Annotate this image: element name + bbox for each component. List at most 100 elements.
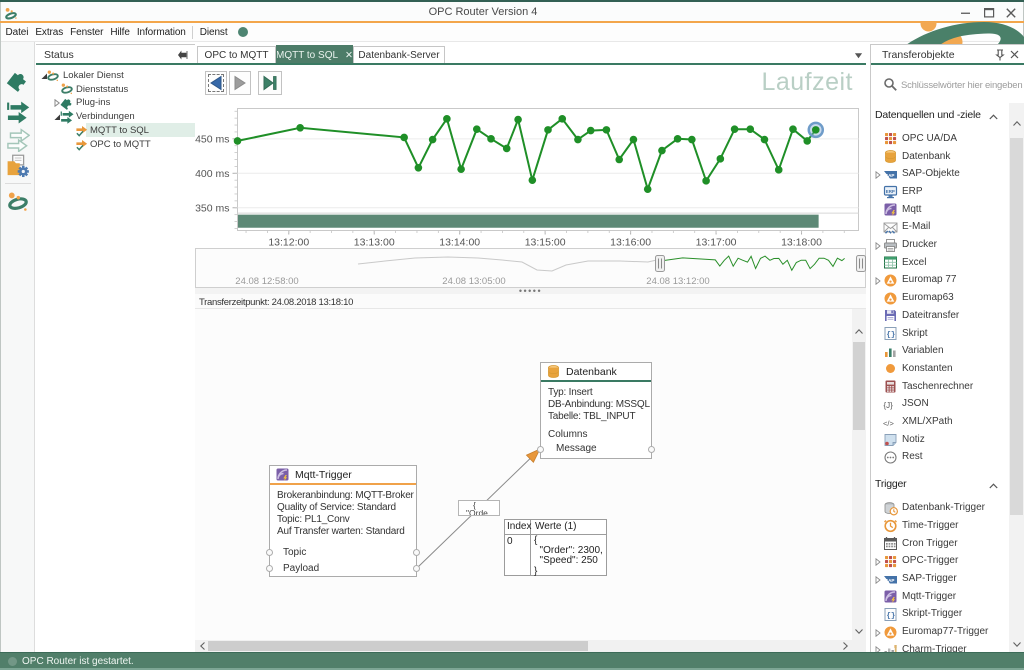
tab-label: Datenbank-Server xyxy=(358,50,439,61)
transfer-object-taschenrechner[interactable]: Taschenrechner xyxy=(871,378,1009,396)
transfer-object-json[interactable]: {J}JSON xyxy=(871,396,1009,414)
section-header-datenquellen[interactable]: Datenquellen und -ziele xyxy=(875,109,981,126)
transfer-object-skript[interactable]: {}Skript xyxy=(871,325,1009,343)
tab-opc-to-mqtt[interactable]: OPC to MQTT xyxy=(197,46,276,64)
input-port-message[interactable] xyxy=(537,446,544,453)
collapse-chevron-icon[interactable] xyxy=(989,114,998,120)
tree-item-plug-ins[interactable]: Plug-ins xyxy=(36,96,195,110)
close-button[interactable] xyxy=(1001,4,1021,22)
transfer-object-mqtt-trigger[interactable]: Mqtt-Trigger xyxy=(871,588,1009,606)
expander-collapsed-icon[interactable] xyxy=(875,171,881,179)
input-port[interactable] xyxy=(266,549,273,556)
minimize-button[interactable] xyxy=(956,4,976,22)
tree-item-dienststatus[interactable]: Dienststatus xyxy=(36,82,195,96)
expander-collapsed-icon[interactable] xyxy=(875,277,881,285)
output-port-topic[interactable] xyxy=(413,549,420,556)
menu-extras[interactable]: Extras xyxy=(32,25,67,40)
transfer-object-datenbank-trigger[interactable]: Datenbank-Trigger xyxy=(871,500,1009,518)
transfer-object-opc-trigger[interactable]: OPC-Trigger xyxy=(871,553,1009,571)
transfer-object-erp[interactable]: ERPERP xyxy=(871,183,1009,201)
transfer-object-label: SAP-Objekte xyxy=(902,168,960,179)
expander-collapsed-icon[interactable] xyxy=(875,558,881,566)
transfer-object-euromap63[interactable]: Euromap63 xyxy=(871,290,1009,308)
menu-hilfe[interactable]: Hilfe xyxy=(107,25,134,40)
json-icon: {J} xyxy=(883,397,898,412)
tab-mqtt-to-sql[interactable]: MQTT to SQL✕ xyxy=(276,45,353,65)
tab-close-icon[interactable]: ✕ xyxy=(345,50,353,61)
transfer-object-datenbank[interactable]: Datenbank xyxy=(871,148,1009,166)
diagram-horizontal-scrollbar-thumb[interactable] xyxy=(208,641,588,651)
panel-scrollbar-thumb[interactable] xyxy=(1010,138,1023,515)
range-handle-right[interactable] xyxy=(857,256,866,272)
panel-vertical-scrollbar[interactable] xyxy=(1009,103,1024,652)
transfer-object-variablen[interactable]: Variablen xyxy=(871,343,1009,361)
transfer-object-sap-objekte[interactable]: SAPSAP-Objekte xyxy=(871,166,1009,184)
overview-time-label: 24.08 13:12:00 xyxy=(646,276,709,287)
transfer-object-dateitransfer[interactable]: Dateitransfer xyxy=(871,307,1009,325)
plugins-icon[interactable] xyxy=(6,68,30,92)
tree-item-lokaler-dienst[interactable]: Lokaler Dienst xyxy=(36,69,195,83)
tree-item-verbindungen[interactable]: Verbindungen xyxy=(36,110,195,124)
transfer-object-time-trigger[interactable]: Time-Trigger xyxy=(871,517,1009,535)
tab-datenbank-server[interactable]: Datenbank-Server xyxy=(353,46,445,64)
step-forward-button[interactable] xyxy=(229,71,251,95)
menu-dienst[interactable]: Dienst xyxy=(196,25,231,40)
node-property: Tabelle: TBL_INPUT xyxy=(548,411,651,423)
transfer-object-euromap-77[interactable]: Euromap 77 xyxy=(871,272,1009,290)
transfer-object-charm-trigger[interactable]: Charm-Trigger xyxy=(871,641,1009,652)
opc-router-logo-icon[interactable] xyxy=(6,190,30,214)
transfer-object-sap-trigger[interactable]: SAPSAP-Trigger xyxy=(871,571,1009,589)
menu-fenster[interactable]: Fenster xyxy=(67,25,107,40)
pin-icon[interactable] xyxy=(995,49,1005,61)
transfer-object-xml-xpath[interactable]: </>XML/XPath xyxy=(871,414,1009,432)
transfer-object-konstanten[interactable]: Konstanten xyxy=(871,360,1009,378)
close-panel-icon[interactable] xyxy=(1010,50,1019,59)
scroll-left-arrow[interactable] xyxy=(196,640,208,652)
expander-collapsed-icon[interactable] xyxy=(875,576,881,584)
connection-diagram-canvas[interactable]: Mqtt-Trigger Brokeranbindung: MQTT-Broke… xyxy=(195,309,866,640)
menu-datei[interactable]: Datei xyxy=(2,25,32,40)
output-port-message[interactable] xyxy=(648,446,655,453)
range-handle-left[interactable] xyxy=(656,256,665,272)
scroll-down-arrow[interactable] xyxy=(1009,638,1024,650)
transfer-object-euromap77-trigger[interactable]: Euromap77-Trigger xyxy=(871,624,1009,642)
transfer-object-e-mail[interactable]: E-Mail xyxy=(871,219,1009,237)
pin-icon[interactable] xyxy=(178,50,188,60)
tree-item-mqtt-to-sql[interactable]: MQTT to SQL xyxy=(36,123,195,137)
expander-collapsed-icon[interactable] xyxy=(875,629,881,637)
transfer-object-notiz[interactable]: Notiz xyxy=(871,431,1009,449)
search-box[interactable]: Schlüsselwörter hier eingeben xyxy=(871,67,1024,103)
tab-overflow-dropdown-icon[interactable] xyxy=(853,51,864,60)
transfer-object-drucker[interactable]: Drucker xyxy=(871,237,1009,255)
connections-icon[interactable] xyxy=(6,100,30,124)
transfer-object-cron-trigger[interactable]: Cron Trigger xyxy=(871,535,1009,553)
diagram-node-datenbank[interactable]: Datenbank Typ: InsertDB-Anbindung: MSSQL… xyxy=(540,362,652,459)
tree-item-opc-to-mqtt[interactable]: OPC to MQTT xyxy=(36,137,195,151)
section-header-trigger[interactable]: Trigger xyxy=(875,478,906,495)
service-config-icon[interactable] xyxy=(6,154,30,178)
diagram-node-mqtt-trigger[interactable]: Mqtt-Trigger Brokeranbindung: MQTT-Broke… xyxy=(269,465,417,577)
title-bar: OPC Router Version 4 xyxy=(1,2,1023,21)
transfer-object-mqtt[interactable]: Mqtt xyxy=(871,201,1009,219)
collapse-chevron-icon[interactable] xyxy=(989,483,998,489)
transfer-object-excel[interactable]: Excel xyxy=(871,254,1009,272)
maximize-button[interactable] xyxy=(979,4,999,22)
scroll-up-arrow[interactable] xyxy=(852,325,866,337)
go-to-latest-button[interactable] xyxy=(258,71,282,95)
excel-icon xyxy=(883,255,898,270)
transfer-object-rest[interactable]: Rest xyxy=(871,449,1009,467)
transfer-object-opc-ua-da[interactable]: OPC UA/DA xyxy=(871,130,1009,148)
output-port-payload[interactable] xyxy=(413,565,420,572)
chart-range-selector[interactable]: 24.08 12:58:0024.08 13:05:0024.08 13:12:… xyxy=(195,248,866,288)
input-port[interactable] xyxy=(266,565,273,572)
scroll-right-arrow[interactable] xyxy=(839,640,851,652)
connections-outline-icon[interactable] xyxy=(6,128,30,152)
transfer-object-skript-trigger[interactable]: {}Skript-Trigger xyxy=(871,606,1009,624)
scroll-down-arrow[interactable] xyxy=(852,625,866,637)
menu-information[interactable]: Information xyxy=(133,25,189,40)
diagram-vertical-scrollbar-thumb[interactable] xyxy=(853,342,865,430)
expander-collapsed-icon[interactable] xyxy=(875,242,881,250)
scroll-up-arrow[interactable] xyxy=(1009,117,1024,129)
tree-item-label: Verbindungen xyxy=(76,111,135,122)
step-back-button[interactable] xyxy=(205,71,227,95)
